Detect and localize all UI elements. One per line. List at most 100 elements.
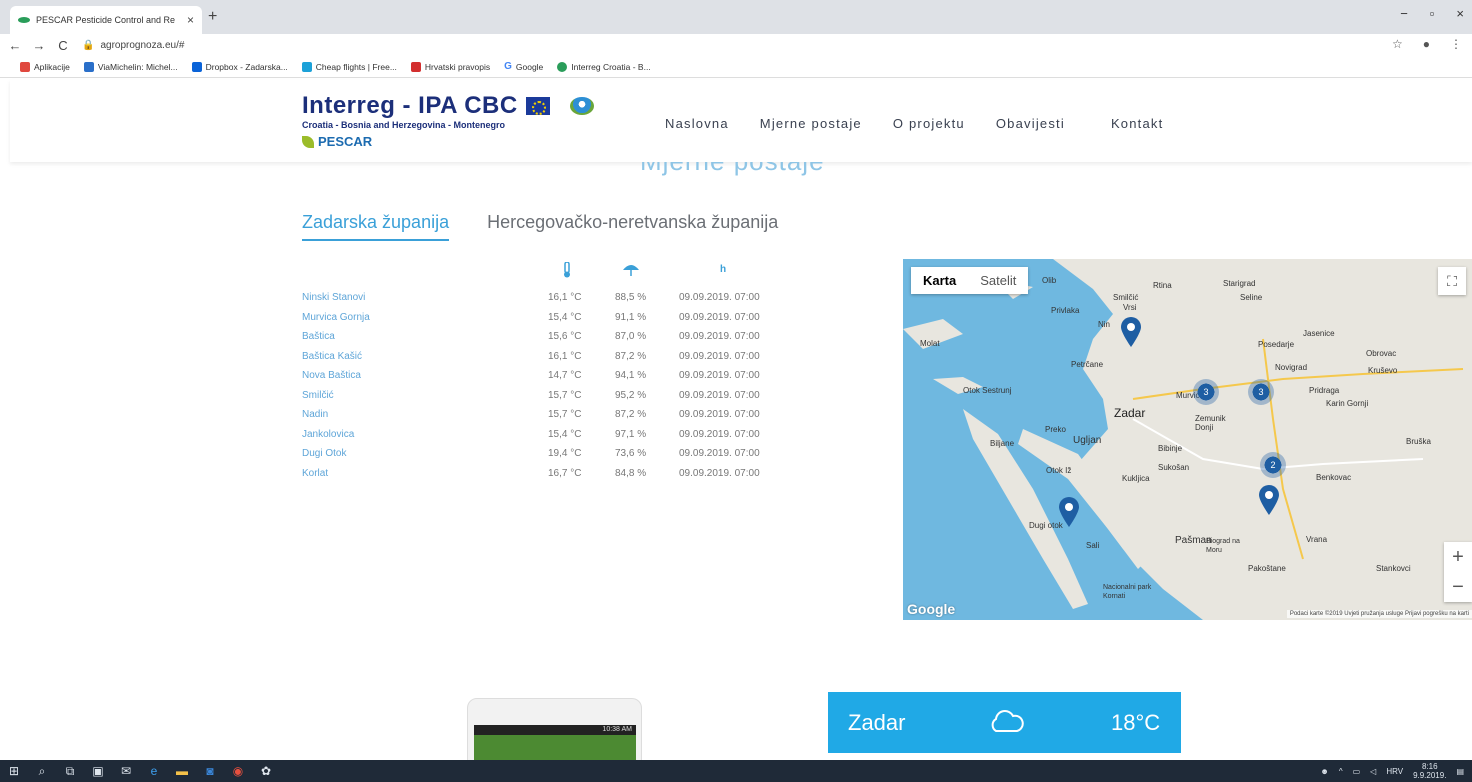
station-humidity: 97,1 % (615, 428, 647, 440)
address-bar[interactable]: 🔒 agroprognoza.eu/# (82, 40, 184, 51)
flights-icon (301, 61, 312, 72)
map[interactable]: Karta Satelit ⛶ Zadar Ugljan Dugi otok P… (903, 259, 1472, 620)
store-icon[interactable]: ▣ (84, 764, 112, 778)
browser-tab[interactable]: PESCAR Pesticide Control and Re × (10, 6, 202, 34)
windows-taskbar: ⊞ ⌕ ⧉ ▣ ✉ e ▬ ◙ ◉ ✿ ☻ ^ ▭ ◁ HRV 8:16 9.9… (0, 760, 1472, 782)
chrome-icon[interactable]: ◉ (224, 764, 252, 778)
edge-icon[interactable]: e (140, 764, 168, 778)
station-humidity: 87,2 % (615, 350, 647, 362)
map-marker-icon[interactable] (1258, 485, 1280, 515)
tab-zadarska[interactable]: Zadarska županija (302, 212, 450, 241)
station-row[interactable]: Murvica Gornja 15,4 °C 91,1 % 09.09.2019. 0… (302, 308, 802, 328)
station-humidity: 87,2 % (615, 409, 647, 420)
reload-icon[interactable]: C (54, 38, 72, 53)
minimize-button[interactable]: − (1400, 6, 1408, 21)
mail-icon[interactable]: ✉ (112, 764, 140, 778)
nav-o-projektu[interactable]: O projektu (893, 116, 965, 131)
station-humidity: 73,6 % (615, 448, 647, 459)
menu-icon[interactable]: ⋮ (1450, 37, 1462, 51)
file-explorer-icon[interactable]: ▬ (168, 764, 196, 778)
map-marker-icon[interactable] (1120, 317, 1142, 347)
people-icon[interactable]: ☻ (1320, 767, 1328, 776)
station-row[interactable]: Nadin 15,7 °C 87,2 % 09.09.2019. 07:00 (302, 405, 802, 425)
bookmark-apps[interactable]: Aplikacije (20, 61, 70, 72)
station-temperature: 15,4 °C (548, 428, 582, 440)
station-row[interactable]: Dugi Otok 19,4 °C 73,6 % 09.09.2019. 07:00 (302, 444, 802, 464)
main-nav: Naslovna Mjerne postaje O projektu Obavi… (665, 116, 1163, 131)
windows-start-icon[interactable]: ⊞ (0, 764, 28, 778)
map-type-karta[interactable]: Karta (911, 267, 968, 294)
station-temperature: 15,6 °C (548, 331, 582, 342)
station-row[interactable]: Jankolovica 15,4 °C 97,1 % 09.09.2019. 07:0… (302, 425, 802, 445)
nav-naslovna[interactable]: Naslovna (665, 116, 729, 131)
pescar-favicon-icon (18, 17, 30, 23)
marker-cluster[interactable]: 3 (1193, 379, 1219, 405)
station-temperature: 16,1 °C (548, 292, 582, 303)
system-tray: ☻ ^ ▭ ◁ HRV 8:16 9.9.2019. ▤ (1320, 762, 1464, 780)
county-tabs: Zadarska županija Hercegovačko-neretvans… (302, 212, 778, 241)
bookmark-cheap-flights[interactable]: Cheap flights | Free... (301, 61, 397, 72)
station-row[interactable]: Smilčić 15,7 °C 95,2 % 09.09.2019. 07:00 (302, 386, 802, 406)
bookmark-google[interactable]: G Google (504, 61, 543, 72)
station-temperature: 16,7 °C (548, 467, 582, 479)
zoom-in-button[interactable]: + (1444, 542, 1472, 572)
bookmark-interreg[interactable]: Interreg Croatia - B... (557, 61, 651, 72)
back-arrow-icon[interactable]: ← (6, 38, 24, 53)
task-view-icon[interactable]: ⧉ (56, 764, 84, 779)
maximize-button[interactable]: ▫ (1430, 6, 1435, 21)
bookmark-pravopis[interactable]: Hrvatski pravopis (410, 61, 490, 72)
map-label: Benkovac (1316, 473, 1352, 482)
bookmark-star-icon[interactable]: ☆ (1392, 37, 1403, 51)
bookmark-dropbox[interactable]: Dropbox - Zadarska... (191, 61, 288, 72)
nav-obavijesti[interactable]: Obavijesti (996, 116, 1065, 131)
close-window-button[interactable]: × (1456, 6, 1464, 21)
map-label: Jasenice (1303, 329, 1335, 338)
stations-header: h (302, 262, 802, 288)
map-type-satelit[interactable]: Satelit (968, 267, 1028, 294)
station-row[interactable]: Korlat 16,7 °C 84,8 % 09.09.2019. 07:00 (302, 464, 802, 484)
weather-city: Zadar (848, 710, 906, 735)
station-row[interactable]: Ninski Stanovi 16,1 °C 88,5 % 09.09.2019. 0… (302, 288, 802, 308)
app-icon[interactable]: ✿ (252, 764, 280, 778)
station-time: 09.09.2019. 07:00 (679, 448, 760, 459)
volume-icon[interactable]: ◁ (1370, 767, 1376, 776)
station-name: Nova Baštica (302, 370, 361, 381)
map-label: Nin (1098, 320, 1111, 329)
nav-mjerne-postaje[interactable]: Mjerne postaje (760, 116, 862, 131)
nav-kontakt[interactable]: Kontakt (1111, 116, 1164, 131)
tab-hercegovacko-neretvanska[interactable]: Hercegovačko-neretvanska županija (487, 212, 778, 241)
clock[interactable]: 8:16 9.9.2019. (1413, 762, 1446, 780)
station-time: 09.09.2019. 07:00 (679, 292, 760, 303)
station-row[interactable]: Baštica 15,6 °C 87,0 % 09.09.2019. 07:00 (302, 327, 802, 347)
new-tab-button[interactable]: + (208, 8, 217, 26)
network-icon[interactable]: ▭ (1353, 767, 1361, 776)
tray-chevron-icon[interactable]: ^ (1339, 767, 1343, 776)
map-label: Bruška (1406, 437, 1431, 446)
station-row[interactable]: Baštica Kašić 16,1 °C 87,2 % 09.09.2019. 07… (302, 347, 802, 367)
station-temperature: 14,7 °C (548, 370, 582, 381)
station-row[interactable]: Nova Baštica 14,7 °C 94,1 % 09.09.2019. 07:… (302, 366, 802, 386)
station-time: 09.09.2019. 07:00 (679, 389, 760, 401)
language-indicator[interactable]: HRV (1386, 767, 1403, 776)
station-humidity: 94,1 % (615, 370, 647, 381)
notifications-icon[interactable]: ▤ (1456, 767, 1464, 776)
map-marker-icon[interactable] (1058, 497, 1080, 527)
station-name: Ninski Stanovi (302, 292, 366, 303)
logo-title: Interreg - IPA CBC (302, 92, 518, 119)
marker-cluster[interactable]: 3 (1248, 379, 1274, 405)
zoom-out-button[interactable]: − (1444, 572, 1472, 602)
station-time: 09.09.2019. 07:00 (679, 331, 760, 342)
forward-arrow-icon[interactable]: → (30, 38, 48, 53)
station-name: Murvica Gornja (302, 311, 370, 323)
bookmark-viamichelin[interactable]: ViaMichelin: Michel... (83, 61, 178, 72)
search-icon[interactable]: ⌕ (28, 764, 56, 779)
tab-close-icon[interactable]: × (187, 13, 194, 27)
fullscreen-icon[interactable]: ⛶ (1438, 267, 1466, 295)
outlook-icon[interactable]: ◙ (196, 764, 224, 778)
map-label: Rtina (1153, 281, 1172, 290)
site-logo[interactable]: Interreg - IPA CBC Croatia - Bosnia and … (302, 92, 594, 149)
stations-table: h Ninski Stanovi 16,1 °C 88,5 % 09.09.2019.… (302, 262, 802, 483)
map-label: Posedarje (1258, 340, 1295, 349)
profile-icon[interactable]: ● (1423, 37, 1430, 51)
marker-cluster[interactable]: 2 (1260, 452, 1286, 478)
